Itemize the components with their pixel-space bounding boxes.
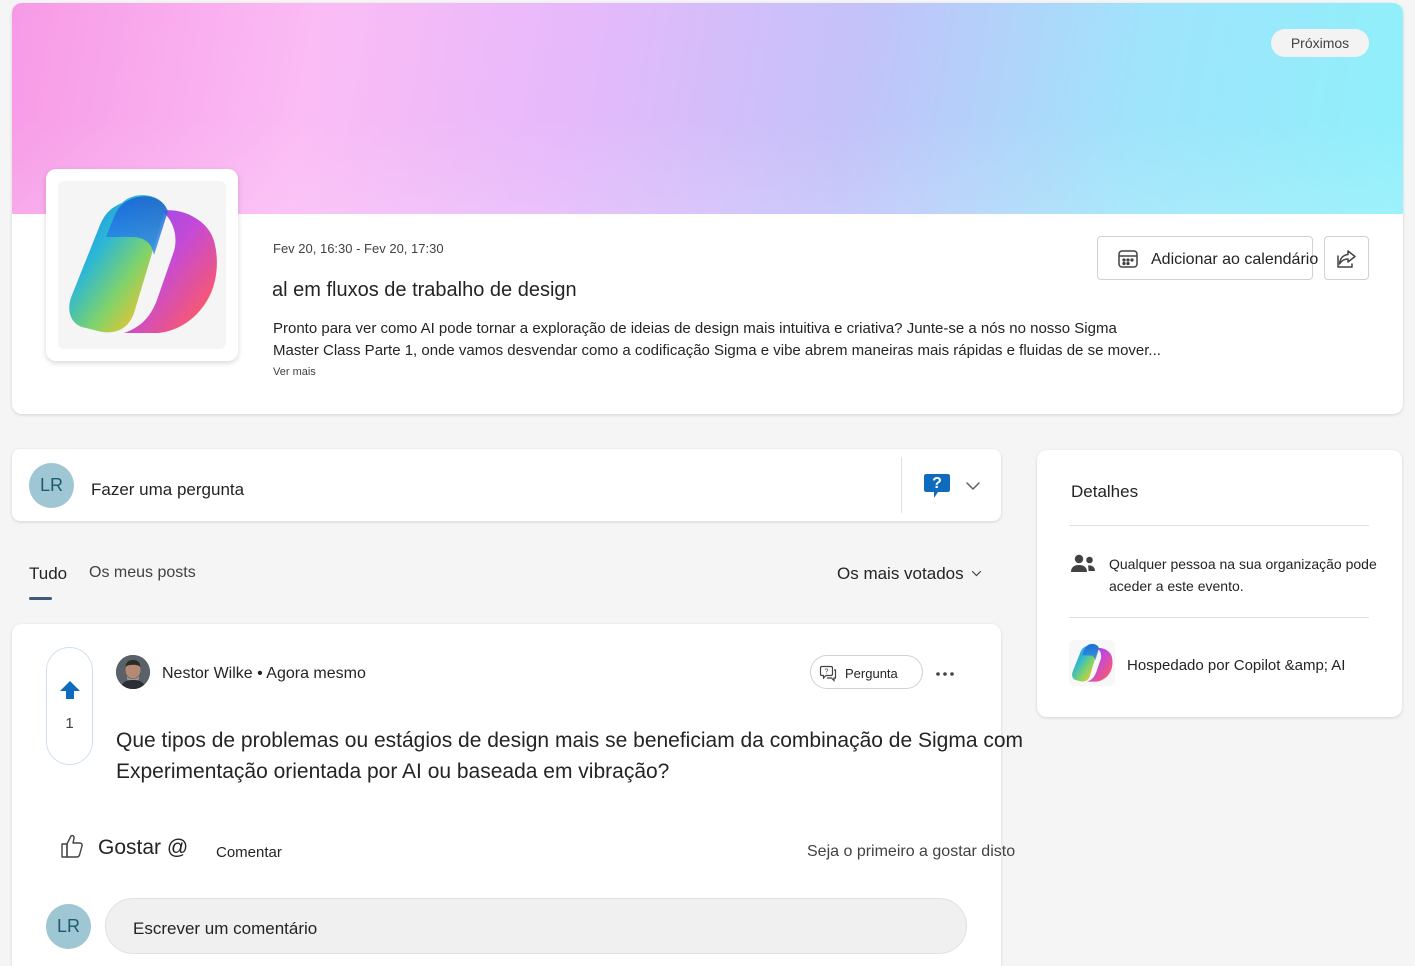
comment-button[interactable]: Comentar <box>216 844 282 861</box>
question-chat-icon: ? <box>924 474 950 498</box>
add-to-calendar-button[interactable]: Adicionar ao calendário <box>1097 236 1318 280</box>
access-info: Qualquer pessoa na sua organização pode … <box>1109 556 1377 594</box>
event-title: al em fluxos de trabalho de design <box>272 279 577 301</box>
copilot-logo-icon <box>1069 640 1115 686</box>
event-description-line: Pronto para ver como AI pode tornar a ex… <box>273 320 1117 337</box>
more-options-button[interactable] <box>933 660 957 684</box>
upvote-count: 1 <box>65 715 74 732</box>
event-description-line: Master Class Parte 1, onde vamos desvend… <box>273 342 1161 359</box>
active-tab-indicator <box>29 597 52 600</box>
sort-dropdown[interactable]: Os mais votados <box>837 564 982 584</box>
event-header-card: Próximos Fev 20, 16:30 - Fev 20, 17:30 a… <box>12 3 1403 414</box>
svg-text:?: ? <box>825 669 829 676</box>
comment-placeholder: Escrever um comentário <box>133 919 318 938</box>
chevron-down-icon <box>966 482 980 490</box>
share-button[interactable] <box>1324 236 1369 280</box>
tab-all[interactable]: Tudo <box>29 564 67 584</box>
post-type-label: Pergunta <box>845 666 898 681</box>
divider <box>901 457 902 513</box>
copilot-logo-icon <box>58 181 226 349</box>
details-panel: Detalhes Qualquer pessoa na sua organiza… <box>1037 450 1402 717</box>
details-title: Detalhes <box>1071 482 1139 501</box>
tab-my-posts[interactable]: Os meus posts <box>89 564 196 582</box>
question-post: 1 Nestor Wilke • Agora mesmo ? Pergunta … <box>12 624 1023 966</box>
thumbs-up-icon <box>61 834 83 858</box>
comment-input[interactable]: Escrever um comentário <box>105 898 967 954</box>
post-author-and-time: Nestor Wilke • Agora mesmo <box>162 665 366 682</box>
author-avatar[interactable] <box>116 655 150 689</box>
calendar-icon <box>1117 248 1139 275</box>
chevron-down-icon <box>971 570 982 577</box>
post-type-dropdown[interactable]: ? <box>920 468 986 502</box>
event-logo <box>46 169 238 361</box>
add-to-calendar-label: Adicionar ao calendário <box>1151 251 1319 268</box>
event-date-range: Fev 20, 16:30 - Fev 20, 17:30 <box>273 241 444 256</box>
event-description: Pronto para ver como AI pode tornar a ex… <box>273 318 1233 362</box>
avatar: LR <box>46 904 91 949</box>
svg-text:?: ? <box>932 475 942 492</box>
question-text: Que tipos de problemas ou estágios de de… <box>116 725 1056 787</box>
sort-dropdown-label: Os mais votados <box>837 564 964 583</box>
share-icon <box>1337 250 1356 268</box>
question-icon: ? <box>819 665 837 682</box>
divider <box>1069 525 1369 526</box>
see-more-link[interactable]: Ver mais <box>273 366 316 378</box>
question-text-line: Experimentação orientada por AI ou basea… <box>116 760 670 783</box>
like-button[interactable] <box>60 833 84 864</box>
status-badge-upcoming[interactable]: Próximos <box>1271 29 1369 57</box>
ask-question-card: LR Fazer uma pergunta ? <box>12 449 1001 521</box>
upvote-control[interactable]: 1 <box>46 647 93 765</box>
avatar: LR <box>29 463 74 508</box>
like-label[interactable]: Gostar @ <box>98 836 188 860</box>
likes-summary: Seja o primeiro a gostar disto <box>807 843 1016 860</box>
host-info: Hospedado por Copilot &amp; AI <box>1127 657 1346 674</box>
more-horizontal-icon <box>936 672 954 676</box>
question-text-line: Que tipos de problemas ou estágios de de… <box>116 729 1024 752</box>
divider <box>1069 617 1369 618</box>
ask-question-input[interactable]: Fazer uma pergunta <box>91 480 244 500</box>
people-icon <box>1071 554 1095 572</box>
post-type-badge[interactable]: ? Pergunta <box>810 655 923 689</box>
upvote-arrow-icon <box>60 681 80 699</box>
